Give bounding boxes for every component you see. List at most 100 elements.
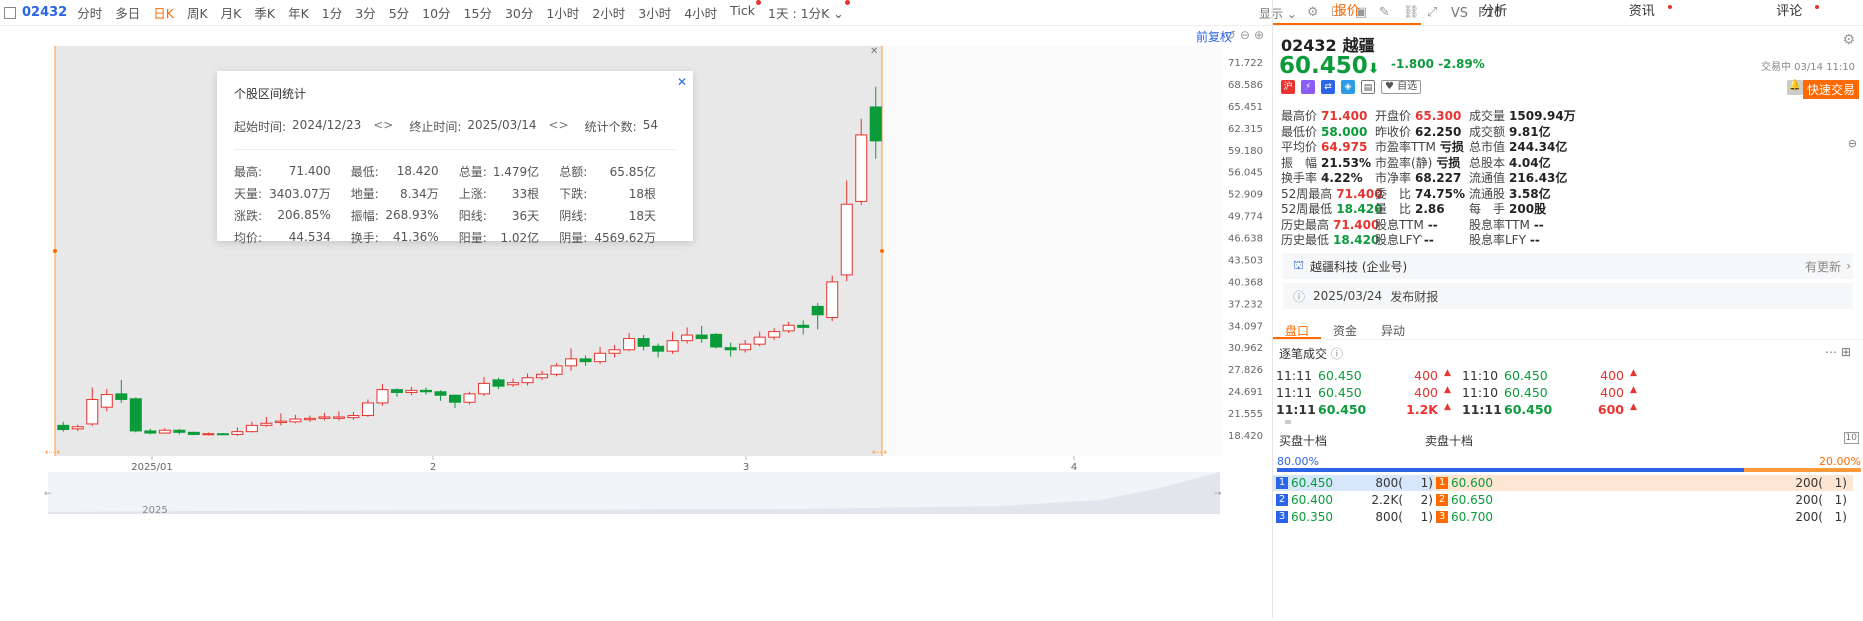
period-0[interactable]: 分时 xyxy=(77,3,102,22)
start-adjust-icon[interactable]: <> xyxy=(373,118,393,135)
selection-handle[interactable] xyxy=(53,249,57,253)
candle-body[interactable] xyxy=(362,403,373,416)
period-8[interactable]: 3分 xyxy=(355,3,375,22)
close-selection-icon[interactable]: ✕ xyxy=(870,46,878,57)
candle-body[interactable] xyxy=(493,380,504,386)
candle-body[interactable] xyxy=(145,431,156,433)
hk-connect-icon[interactable]: 沪 xyxy=(1281,80,1295,94)
period-14[interactable]: 2小时 xyxy=(592,3,625,22)
candle-body[interactable] xyxy=(783,325,794,331)
quick-trade-button[interactable]: 快速交易 xyxy=(1803,80,1859,99)
candle-body[interactable] xyxy=(275,421,286,422)
candle-body[interactable] xyxy=(116,394,127,400)
period-1[interactable]: 多日 xyxy=(115,3,140,22)
candle-body[interactable] xyxy=(638,339,649,347)
period-9[interactable]: 5分 xyxy=(389,3,409,22)
more-icon[interactable]: ⊖ xyxy=(1848,137,1857,150)
candle-body[interactable] xyxy=(508,383,519,385)
chart-zoom-controls[interactable]: ↺⊖⊕ xyxy=(1226,28,1268,42)
candle-body[interactable] xyxy=(391,390,402,393)
candle-body[interactable] xyxy=(609,350,620,353)
candle-body[interactable] xyxy=(682,335,693,341)
orderbook-row[interactable]: 360.350800(1)360.700200(1) xyxy=(1273,509,1863,525)
panel-tab-3[interactable]: 评论 xyxy=(1716,0,1863,25)
candle-body[interactable] xyxy=(101,395,112,408)
tick-tools[interactable]: ⋯⊞ xyxy=(1825,345,1855,359)
candle-body[interactable] xyxy=(522,378,533,383)
candle-body[interactable] xyxy=(420,390,431,391)
period-15[interactable]: 3小时 xyxy=(638,3,671,22)
panel-tab-0[interactable]: 报价 xyxy=(1273,0,1421,25)
shuffle-icon[interactable]: ⇄ xyxy=(1321,80,1335,94)
nav-right-icon[interactable]: → xyxy=(1214,489,1222,499)
candle-body[interactable] xyxy=(769,332,780,338)
candle-body[interactable] xyxy=(348,416,359,418)
stock-code[interactable]: 02432 xyxy=(22,5,67,20)
info-icon[interactable]: ⓘ xyxy=(1331,347,1343,361)
orderbook-row[interactable]: 160.450800(1)160.600200(1) xyxy=(1273,475,1863,491)
candle-body[interactable] xyxy=(856,135,867,201)
candle-body[interactable] xyxy=(812,306,823,314)
candle-body[interactable] xyxy=(377,390,388,403)
candle-body[interactable] xyxy=(232,432,243,435)
candle-body[interactable] xyxy=(406,390,417,392)
tag-icon[interactable]: ◈ xyxy=(1341,80,1355,94)
candle-body[interactable] xyxy=(725,348,736,350)
drag-handle-icon[interactable]: ⇠⇢ xyxy=(45,448,60,458)
candle-body[interactable] xyxy=(653,346,664,351)
candle-body[interactable] xyxy=(754,337,765,344)
panel-tab-2[interactable]: 资讯 xyxy=(1568,0,1716,25)
add-favorite-button[interactable]: ♥ 自选 xyxy=(1381,80,1421,94)
candle-body[interactable] xyxy=(537,374,548,377)
expand-icon[interactable]: ⌃ xyxy=(1416,234,1424,245)
period-2[interactable]: 日K xyxy=(153,3,174,22)
book-tab-1[interactable]: 资金 xyxy=(1321,314,1369,339)
candle-body[interactable] xyxy=(304,418,315,419)
candle-body[interactable] xyxy=(72,427,83,429)
end-adjust-icon[interactable]: <> xyxy=(549,118,569,135)
period-5[interactable]: 季K xyxy=(254,3,275,22)
orderbook-settings-icon[interactable]: 10 xyxy=(1844,432,1859,444)
candle-body[interactable] xyxy=(188,432,199,434)
candle-body[interactable] xyxy=(841,204,852,275)
candle-body[interactable] xyxy=(159,430,170,433)
candle-body[interactable] xyxy=(798,325,809,327)
candle-body[interactable] xyxy=(87,399,98,423)
candle-body[interactable] xyxy=(449,395,460,402)
scroll-handle[interactable] xyxy=(1285,420,1291,424)
candle-body[interactable] xyxy=(333,417,344,418)
book-tab-0[interactable]: 盘口 xyxy=(1273,314,1321,339)
candle-body[interactable] xyxy=(203,434,214,435)
period-12[interactable]: 30分 xyxy=(505,3,533,22)
candle-body[interactable] xyxy=(827,282,838,318)
drag-handle-icon[interactable]: ⇠⇢ xyxy=(872,448,887,458)
period-13[interactable]: 1小时 xyxy=(546,3,579,22)
period-3[interactable]: 周K xyxy=(187,3,208,22)
period-10[interactable]: 10分 xyxy=(422,3,450,22)
candle-body[interactable] xyxy=(246,425,257,431)
gear-icon[interactable]: ⚙ xyxy=(1842,32,1855,48)
period-16[interactable]: 4小时 xyxy=(684,3,717,22)
candle-body[interactable] xyxy=(319,417,330,418)
flame-icon[interactable]: ⚡ xyxy=(1301,80,1315,94)
candle-body[interactable] xyxy=(696,335,707,338)
book-tab-2[interactable]: 异动 xyxy=(1369,314,1417,339)
candle-body[interactable] xyxy=(217,434,228,435)
bell-icon[interactable]: 🔔 xyxy=(1787,80,1803,95)
sidebar-toggle-icon[interactable] xyxy=(4,7,16,19)
candle-body[interactable] xyxy=(174,430,185,432)
candle-body[interactable] xyxy=(58,425,69,429)
book-icon[interactable]: ▤ xyxy=(1361,80,1375,94)
candle-body[interactable] xyxy=(435,392,446,395)
report-row[interactable]: ⓘ2025/03/24发布财报 xyxy=(1283,283,1853,309)
candle-body[interactable] xyxy=(479,383,490,393)
candle-body[interactable] xyxy=(551,366,562,374)
orderbook-row[interactable]: 260.4002.2K(2)260.650200(1) xyxy=(1273,492,1863,508)
nav-left-icon[interactable]: ← xyxy=(44,489,52,499)
org-account-row[interactable]: ⛫越疆科技 (企业号)有更新› xyxy=(1283,253,1853,279)
candle-body[interactable] xyxy=(580,359,591,362)
candle-body[interactable] xyxy=(624,339,635,350)
period-18[interactable]: 1天 : 1分K ⌄ xyxy=(768,3,844,22)
period-7[interactable]: 1分 xyxy=(322,3,342,22)
selection-handle[interactable] xyxy=(880,249,884,253)
